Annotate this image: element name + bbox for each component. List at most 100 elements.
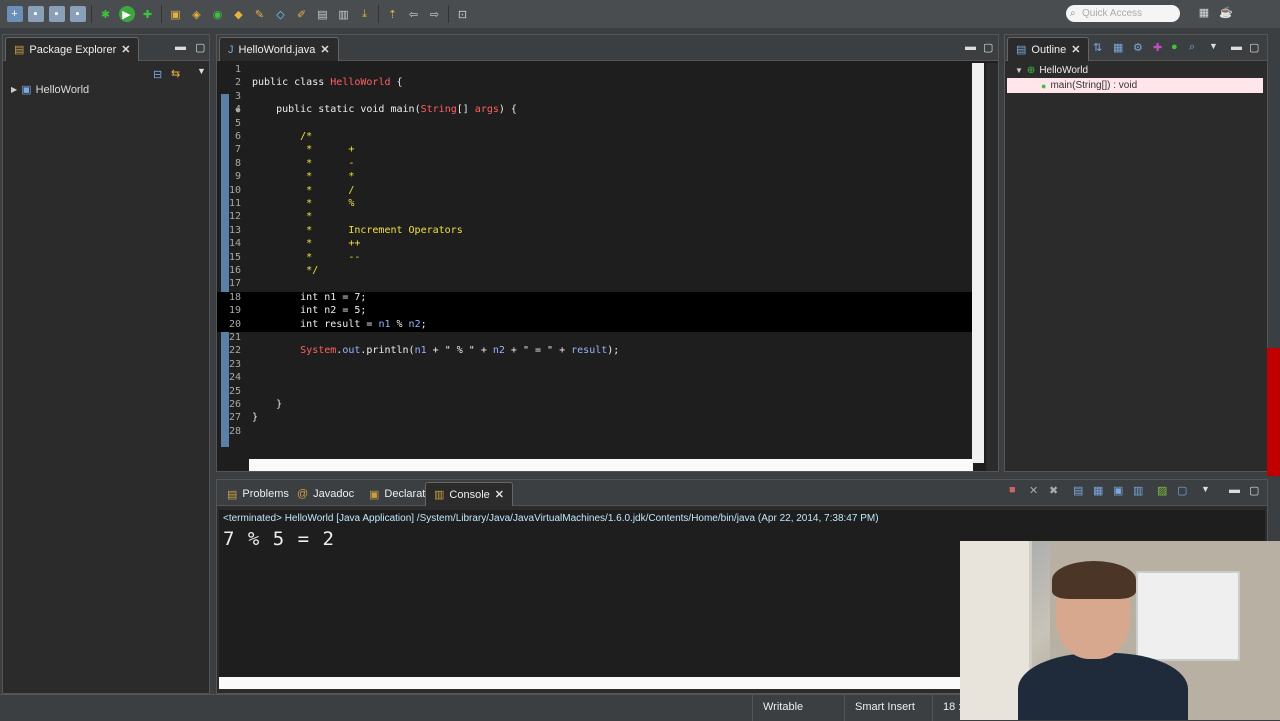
- code-line[interactable]: 1: [217, 64, 974, 77]
- expand-arrow-icon[interactable]: ▶: [11, 85, 17, 94]
- debug-icon[interactable]: ✱: [98, 6, 114, 22]
- minimize-icon[interactable]: ▬: [1231, 41, 1242, 53]
- close-icon[interactable]: ✕: [320, 43, 329, 56]
- vertical-scrollbar[interactable]: [972, 63, 984, 463]
- tab-outline[interactable]: ▤ Outline ✕: [1007, 37, 1090, 61]
- maximize-icon[interactable]: ▢: [1249, 41, 1259, 54]
- code-line[interactable]: 10 * /: [217, 185, 974, 198]
- minimize-icon[interactable]: ▬: [175, 41, 186, 53]
- outline-class-item[interactable]: ▼ ⊕ HelloWorld: [1015, 63, 1088, 78]
- code-line[interactable]: 13 * Increment Operators: [217, 225, 974, 238]
- code-line[interactable]: 22 System.out.println(n1 + " % " + n2 + …: [217, 345, 974, 358]
- code-line[interactable]: 8 * -: [217, 158, 974, 171]
- editor-tabbar: J HelloWorld.java ✕ ▬ ▢: [217, 35, 998, 61]
- code-line[interactable]: 6 /*: [217, 131, 974, 144]
- code-line[interactable]: 28: [217, 426, 974, 439]
- code-line[interactable]: 15 * --: [217, 252, 974, 265]
- quick-access-input[interactable]: ⌕ Quick Access: [1066, 5, 1180, 22]
- code-line[interactable]: 3: [217, 91, 974, 104]
- search-icon[interactable]: ✎: [252, 6, 268, 22]
- show-console-icon[interactable]: ▣: [1113, 484, 1123, 497]
- terminate-icon[interactable]: ■: [1009, 484, 1016, 496]
- code-line[interactable]: 25: [217, 386, 974, 399]
- tab-console[interactable]: ▥ Console ✕: [425, 482, 513, 506]
- horizontal-scrollbar[interactable]: [249, 459, 973, 471]
- outline-method-item[interactable]: ● main(String[]) : void: [1007, 78, 1263, 93]
- code-line[interactable]: 11 * %: [217, 198, 974, 211]
- show-whitespace-icon[interactable]: ▤: [315, 6, 331, 22]
- expand-arrow-icon[interactable]: ▼: [1015, 66, 1023, 75]
- close-icon[interactable]: ✕: [1071, 43, 1080, 56]
- pin-console-icon[interactable]: ▥: [1133, 484, 1143, 497]
- prev-annotation-icon[interactable]: ⇡: [385, 6, 401, 22]
- code-line[interactable]: 23: [217, 359, 974, 372]
- remove-all-icon[interactable]: ✖: [1049, 484, 1058, 497]
- focus-icon[interactable]: ⌕: [1189, 41, 1195, 54]
- open-type-icon[interactable]: ◆: [231, 6, 247, 22]
- tab-package-explorer[interactable]: ▤ Package Explorer ✕: [5, 37, 140, 61]
- link-with-editor-icon[interactable]: ⇆: [171, 67, 180, 80]
- block-selection-icon[interactable]: ▥: [336, 6, 352, 22]
- maximize-icon[interactable]: ▢: [983, 41, 993, 54]
- minimize-icon[interactable]: ▬: [965, 41, 976, 53]
- open-perspective-icon[interactable]: ▦: [1196, 6, 1212, 22]
- view-menu-icon[interactable]: ▼: [1209, 41, 1218, 51]
- pin-editor-icon[interactable]: ⊡: [455, 6, 471, 22]
- tab-helloworld-java[interactable]: J HelloWorld.java ✕: [219, 37, 339, 61]
- code-line[interactable]: 14 * ++: [217, 238, 974, 251]
- code-line[interactable]: 16 */: [217, 265, 974, 278]
- java-perspective-icon[interactable]: ☕: [1218, 6, 1234, 22]
- word-wrap-icon[interactable]: ▦: [1093, 484, 1103, 497]
- print-icon[interactable]: ▪: [69, 6, 86, 22]
- maximize-icon[interactable]: ▢: [195, 41, 205, 54]
- back-icon[interactable]: ⇦: [406, 6, 422, 22]
- new-class-icon[interactable]: ◉: [210, 6, 226, 22]
- hide-static-icon[interactable]: ⚙: [1133, 41, 1143, 54]
- run-icon[interactable]: ▶: [118, 6, 135, 22]
- new-java-project-icon[interactable]: ▣: [168, 6, 184, 22]
- code-line[interactable]: 18 int n1 = 7;: [217, 291, 974, 306]
- code-line[interactable]: 17: [217, 278, 974, 291]
- tab-problems[interactable]: ▤ Problems: [219, 482, 297, 506]
- remove-launch-icon[interactable]: ✕: [1029, 484, 1038, 497]
- close-icon[interactable]: ✕: [121, 43, 130, 56]
- forward-icon[interactable]: ⇨: [427, 6, 443, 22]
- code-line[interactable]: 9 * *: [217, 171, 974, 184]
- code-line[interactable]: 27}: [217, 412, 974, 425]
- save-icon[interactable]: ▪: [27, 6, 44, 22]
- open-console-icon[interactable]: ▨: [1157, 484, 1167, 497]
- collapse-all-icon[interactable]: ⊟: [153, 68, 162, 81]
- code-line[interactable]: 5: [217, 118, 974, 131]
- next-annotation-icon[interactable]: ⤓: [357, 6, 373, 22]
- line-number: 8: [234, 157, 241, 169]
- tab-javadoc[interactable]: @ Javadoc: [289, 482, 362, 506]
- close-icon[interactable]: ✕: [495, 488, 504, 501]
- toggle-mark-icon[interactable]: ◇: [273, 6, 289, 22]
- tree-item-project[interactable]: ▶ ▣ HelloWorld: [11, 83, 89, 97]
- external-tools-icon[interactable]: ✚: [140, 6, 156, 22]
- code-area[interactable]: 1 2 public class HelloWorld {3 4 public sta…: [217, 63, 974, 465]
- code-line[interactable]: 20 int result = n1 % n2;: [217, 318, 974, 332]
- highlight-icon[interactable]: ✐: [294, 6, 310, 22]
- new-package-icon[interactable]: ◈: [189, 6, 205, 22]
- hide-nonpublic-icon[interactable]: ✚: [1153, 41, 1162, 54]
- maximize-icon[interactable]: ▢: [1249, 484, 1259, 497]
- code-line[interactable]: 12 *: [217, 211, 974, 224]
- hide-local-types-icon[interactable]: ●: [1171, 41, 1178, 53]
- view-menu-icon[interactable]: ▼: [197, 66, 206, 76]
- view-menu-icon[interactable]: ▼: [1201, 484, 1210, 494]
- display-console-icon[interactable]: ▢: [1177, 484, 1187, 497]
- hide-fields-icon[interactable]: ▦: [1113, 41, 1123, 54]
- code-line[interactable]: 19 int n2 = 5;: [217, 305, 974, 319]
- scroll-lock-icon[interactable]: ▤: [1073, 484, 1083, 497]
- code-line[interactable]: 4 public static void main(String[] args)…: [217, 104, 974, 117]
- code-line[interactable]: 21: [217, 332, 974, 345]
- save-all-icon[interactable]: ▪: [48, 6, 65, 22]
- new-icon[interactable]: +: [6, 6, 23, 22]
- sort-icon[interactable]: ⇅: [1093, 41, 1102, 54]
- minimize-icon[interactable]: ▬: [1229, 484, 1240, 496]
- code-line[interactable]: 7 * +: [217, 144, 974, 157]
- code-line[interactable]: 24: [217, 372, 974, 385]
- code-line[interactable]: 2 public class HelloWorld {: [217, 77, 974, 90]
- code-line[interactable]: 26 }: [217, 399, 974, 412]
